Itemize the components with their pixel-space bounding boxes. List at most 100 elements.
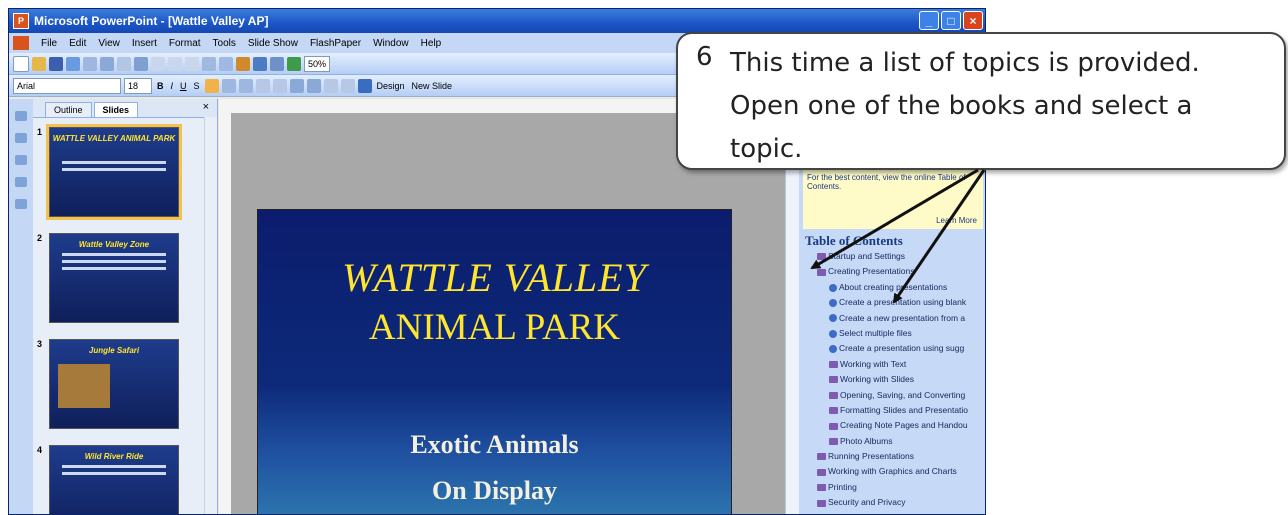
toc-item-label: Printing [828, 481, 857, 492]
permission-icon[interactable] [66, 56, 80, 71]
thumbnail-title: Wattle Valley Zone [78, 240, 150, 249]
slide-thumbnail-row[interactable]: 2 Wattle Valley Zone [37, 233, 179, 323]
bold-button[interactable]: B [155, 81, 166, 91]
redo-icon[interactable] [219, 56, 233, 71]
toc-item[interactable]: Security and Privacy [803, 495, 985, 510]
slide-title-line2[interactable]: ANIMAL PARK [258, 306, 731, 349]
color-grayscale-icon[interactable] [287, 56, 301, 71]
menu-flashpaper[interactable]: FlashPaper [310, 38, 361, 49]
menu-window[interactable]: Window [373, 38, 409, 49]
paste-icon[interactable] [185, 56, 199, 71]
toc-item-label: Opening, Saving, and Converting [840, 389, 966, 400]
toc-item[interactable]: Photo Albums [803, 434, 985, 449]
new-icon[interactable] [13, 55, 29, 72]
maximize-button[interactable]: □ [941, 11, 961, 30]
spelling-icon[interactable] [134, 56, 148, 71]
slide-show-icon[interactable] [15, 177, 27, 187]
increase-font-icon[interactable] [289, 78, 304, 93]
current-slide[interactable]: WATTLE VALLEY ANIMAL PARK Exotic Animals… [257, 209, 732, 514]
menu-format[interactable]: Format [169, 38, 201, 49]
toc-item[interactable]: Select multiple files [803, 326, 985, 341]
learn-more-link[interactable]: Learn More [936, 216, 977, 225]
notes-view-icon[interactable] [15, 155, 27, 165]
tables-borders-icon[interactable] [270, 56, 284, 71]
menu-slide-show[interactable]: Slide Show [248, 38, 298, 49]
print-icon[interactable] [100, 56, 114, 71]
slide-thumbnail[interactable]: Wattle Valley Zone [49, 233, 179, 323]
close-button[interactable]: × [963, 11, 983, 30]
book-icon [817, 253, 826, 261]
slide-thumbnail[interactable]: WATTLE VALLEY ANIMAL PARK [46, 124, 182, 220]
toc-item[interactable]: Create a presentation using blank [803, 295, 985, 310]
font-size-field[interactable]: 18 [124, 77, 152, 94]
italic-button[interactable]: I [169, 81, 176, 91]
document-icon[interactable] [13, 36, 29, 50]
normal-view-icon[interactable] [15, 111, 27, 121]
numbering-icon[interactable] [255, 78, 270, 93]
thumbnail-text [62, 267, 166, 270]
email-icon[interactable] [83, 56, 97, 71]
thumbnail-scrollbar[interactable] [204, 117, 217, 514]
bullets-icon[interactable] [272, 78, 287, 93]
new-slide-button[interactable]: New Slide [410, 81, 455, 91]
menu-tools[interactable]: Tools [213, 38, 236, 49]
toc-item[interactable]: Create a new presentation from a [803, 311, 985, 326]
toc-item[interactable]: Formatting Slides and Presentatio [803, 403, 985, 418]
slides-pane: Outline Slides × 1 WATTLE VALLEY ANIMAL … [33, 99, 218, 514]
open-icon[interactable] [32, 56, 46, 71]
toc-item[interactable]: Running Presentations [803, 449, 985, 464]
decrease-indent-icon[interactable] [323, 78, 338, 93]
align-center-icon[interactable] [221, 78, 236, 93]
insert-chart-icon[interactable] [236, 56, 250, 71]
minimize-button[interactable]: _ [919, 11, 939, 30]
slide-thumbnail-row[interactable]: 4 Wild River Ride [37, 445, 179, 514]
tab-slides[interactable]: Slides [93, 102, 139, 117]
menu-file[interactable]: File [41, 38, 57, 49]
align-left-icon[interactable] [204, 78, 219, 93]
toc-item[interactable]: Create a presentation using sugg [803, 341, 985, 356]
slide-thumbnail[interactable]: Jungle Safari [49, 339, 179, 429]
close-pane-icon[interactable]: × [203, 101, 209, 113]
slide-thumbnail-row[interactable]: 1 WATTLE VALLEY ANIMAL PARK [37, 124, 182, 220]
slide-subtitle-line2[interactable]: On Display [258, 476, 731, 506]
shadow-button[interactable]: S [192, 81, 202, 91]
font-field[interactable]: Arial [13, 77, 121, 94]
menu-view[interactable]: View [98, 38, 120, 49]
slide-subtitle-line1[interactable]: Exotic Animals [258, 430, 731, 460]
toc-item[interactable]: Working with Text [803, 357, 985, 372]
toc-item[interactable]: PowerPoint and the Web [803, 511, 985, 514]
decrease-font-icon[interactable] [306, 78, 321, 93]
toc-item[interactable]: Opening, Saving, and Converting [803, 388, 985, 403]
font-color-icon[interactable] [357, 78, 372, 93]
slide-thumbnail-row[interactable]: 3 Jungle Safari [37, 339, 179, 429]
zoom-field[interactable]: 50% [304, 55, 331, 72]
slide-number: 1 [37, 127, 43, 137]
slide-sorter-icon[interactable] [15, 133, 27, 143]
insert-table-icon[interactable] [253, 56, 267, 71]
tab-outline[interactable]: Outline [45, 102, 92, 117]
save-icon[interactable] [49, 56, 63, 71]
print-preview-icon[interactable] [117, 56, 131, 71]
outline-tool-icon[interactable] [15, 199, 27, 209]
menu-edit[interactable]: Edit [69, 38, 86, 49]
toc-item[interactable]: Creating Presentations [803, 264, 985, 279]
copy-icon[interactable] [168, 56, 182, 71]
slide-title-line1[interactable]: WATTLE VALLEY [258, 254, 731, 301]
toc-item-label: About creating presentations [839, 281, 948, 292]
underline-button[interactable]: U [178, 81, 189, 91]
design-button[interactable]: Design [375, 81, 407, 91]
toc-item[interactable]: Working with Slides [803, 372, 985, 387]
toc-item[interactable]: About creating presentations [803, 280, 985, 295]
cut-icon[interactable] [151, 56, 165, 71]
menu-help[interactable]: Help [421, 38, 442, 49]
undo-icon[interactable] [202, 56, 216, 71]
toc-item[interactable]: Startup and Settings [803, 249, 985, 264]
increase-indent-icon[interactable] [340, 78, 355, 93]
toc-item-label: Running Presentations [828, 451, 915, 462]
toc-item[interactable]: Creating Note Pages and Handou [803, 418, 985, 433]
align-right-icon[interactable] [238, 78, 253, 93]
slide-thumbnail[interactable]: Wild River Ride [49, 445, 179, 514]
toc-item[interactable]: Working with Graphics and Charts [803, 464, 985, 479]
toc-item[interactable]: Printing [803, 480, 985, 495]
menu-insert[interactable]: Insert [132, 38, 157, 49]
